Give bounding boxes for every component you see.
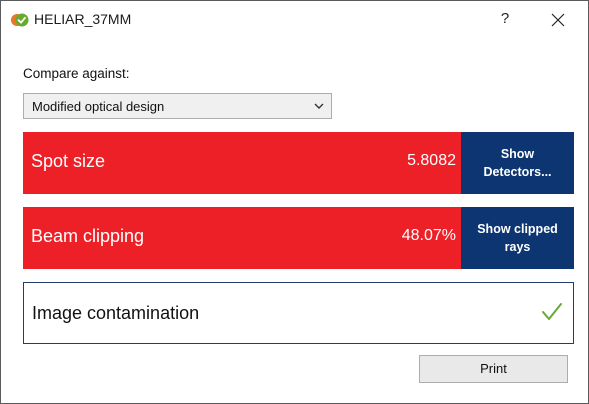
- compare-dropdown[interactable]: Modified optical design: [23, 93, 332, 119]
- dialog-window: HELIAR_37MM ? Compare against: Modified …: [0, 0, 589, 404]
- spot-size-value: 5.8082: [407, 152, 456, 169]
- title-bar: HELIAR_37MM ?: [1, 1, 588, 37]
- spot-size-result: Spot size 5.8082 Show Detectors...: [23, 132, 574, 194]
- dropdown-value: Modified optical design: [32, 99, 165, 114]
- chevron-down-icon: [314, 103, 324, 109]
- close-icon[interactable]: [547, 9, 569, 31]
- beam-clipping-value: 48.07%: [401, 227, 456, 244]
- window-title: HELIAR_37MM: [34, 11, 132, 27]
- check-icon: [542, 303, 562, 320]
- print-button[interactable]: Print: [419, 355, 568, 383]
- beam-clipping-result: Beam clipping 48.07% Show clipped rays: [23, 207, 574, 269]
- help-button[interactable]: ?: [493, 7, 517, 31]
- compare-label: Compare against:: [23, 66, 130, 81]
- show-clipped-rays-button[interactable]: Show clipped rays: [461, 207, 574, 269]
- image-contamination-label: Image contamination: [32, 303, 200, 323]
- show-detectors-button[interactable]: Show Detectors...: [461, 132, 574, 194]
- image-contamination-result: Image contamination: [23, 282, 574, 344]
- spot-size-label: Spot size: [31, 151, 106, 171]
- app-icon: [11, 13, 29, 27]
- beam-clipping-label: Beam clipping: [31, 226, 145, 246]
